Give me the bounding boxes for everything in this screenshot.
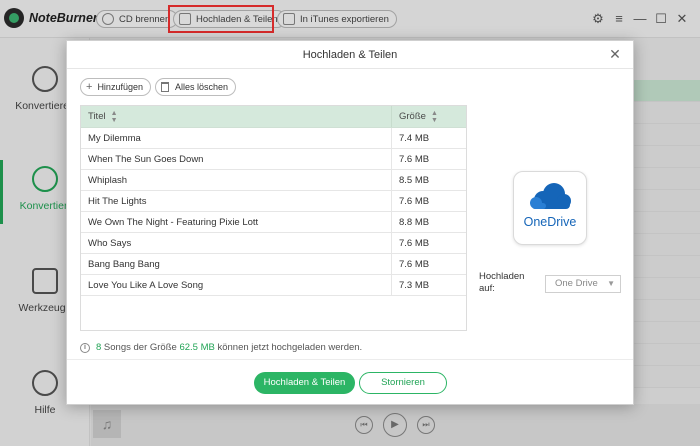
- upload-share-dialog: Hochladen & Teilen ✕ + Hinzufügen Alles …: [66, 40, 634, 405]
- sort-icon: ▲ ▼: [110, 109, 118, 124]
- chevron-down-icon: ▼: [607, 279, 615, 288]
- table-row[interactable]: When The Sun Goes Down 7.6 MB: [81, 149, 466, 170]
- table-row[interactable]: We Own The Night - Featuring Pixie Lott 8…: [81, 212, 466, 233]
- song-table: Titel ▲ ▼ Größe ▲ ▼ My Dilemma 7.4 MB When …: [80, 105, 467, 331]
- add-button[interactable]: + Hinzufügen: [80, 78, 151, 96]
- trash-icon: [161, 82, 169, 92]
- upload-share-confirm-button[interactable]: Hochladen & Teilen: [254, 372, 355, 394]
- divider: [67, 359, 633, 360]
- annotation-highlight-box: [168, 5, 274, 33]
- clear-all-button[interactable]: Alles löschen: [155, 78, 237, 96]
- close-icon[interactable]: ✕: [607, 46, 623, 62]
- upload-info: i 8 Songs der Größe 62.5 MB können jetzt…: [80, 342, 362, 353]
- upload-to-label: Hochladen auf:: [479, 271, 525, 294]
- table-row[interactable]: Whiplash 8.5 MB: [81, 170, 466, 191]
- table-row[interactable]: Bang Bang Bang 7.6 MB: [81, 254, 466, 275]
- column-header-size[interactable]: Größe ▲ ▼: [392, 110, 438, 124]
- table-row[interactable]: Love You Like A Love Song 7.3 MB: [81, 275, 466, 296]
- sort-icon: ▲ ▼: [430, 109, 438, 124]
- upload-to-select[interactable]: One Drive ▼: [545, 275, 621, 293]
- onedrive-label: OneDrive: [523, 215, 577, 229]
- table-row[interactable]: Hit The Lights 7.6 MB: [81, 191, 466, 212]
- dialog-title: Hochladen & Teilen: [67, 41, 633, 69]
- table-row[interactable]: Who Says 7.6 MB: [81, 233, 466, 254]
- cloud-icon: [530, 183, 571, 209]
- column-header-title[interactable]: Titel ▲ ▼: [81, 106, 392, 127]
- info-icon: i: [80, 342, 90, 353]
- cancel-button[interactable]: Stornieren: [359, 372, 447, 394]
- table-row[interactable]: My Dilemma 7.4 MB: [81, 128, 466, 149]
- table-header: Titel ▲ ▼ Größe ▲ ▼: [81, 106, 466, 128]
- onedrive-logo: OneDrive: [513, 171, 587, 245]
- plus-icon: +: [86, 80, 93, 93]
- total-size: 62.5 MB: [179, 342, 215, 353]
